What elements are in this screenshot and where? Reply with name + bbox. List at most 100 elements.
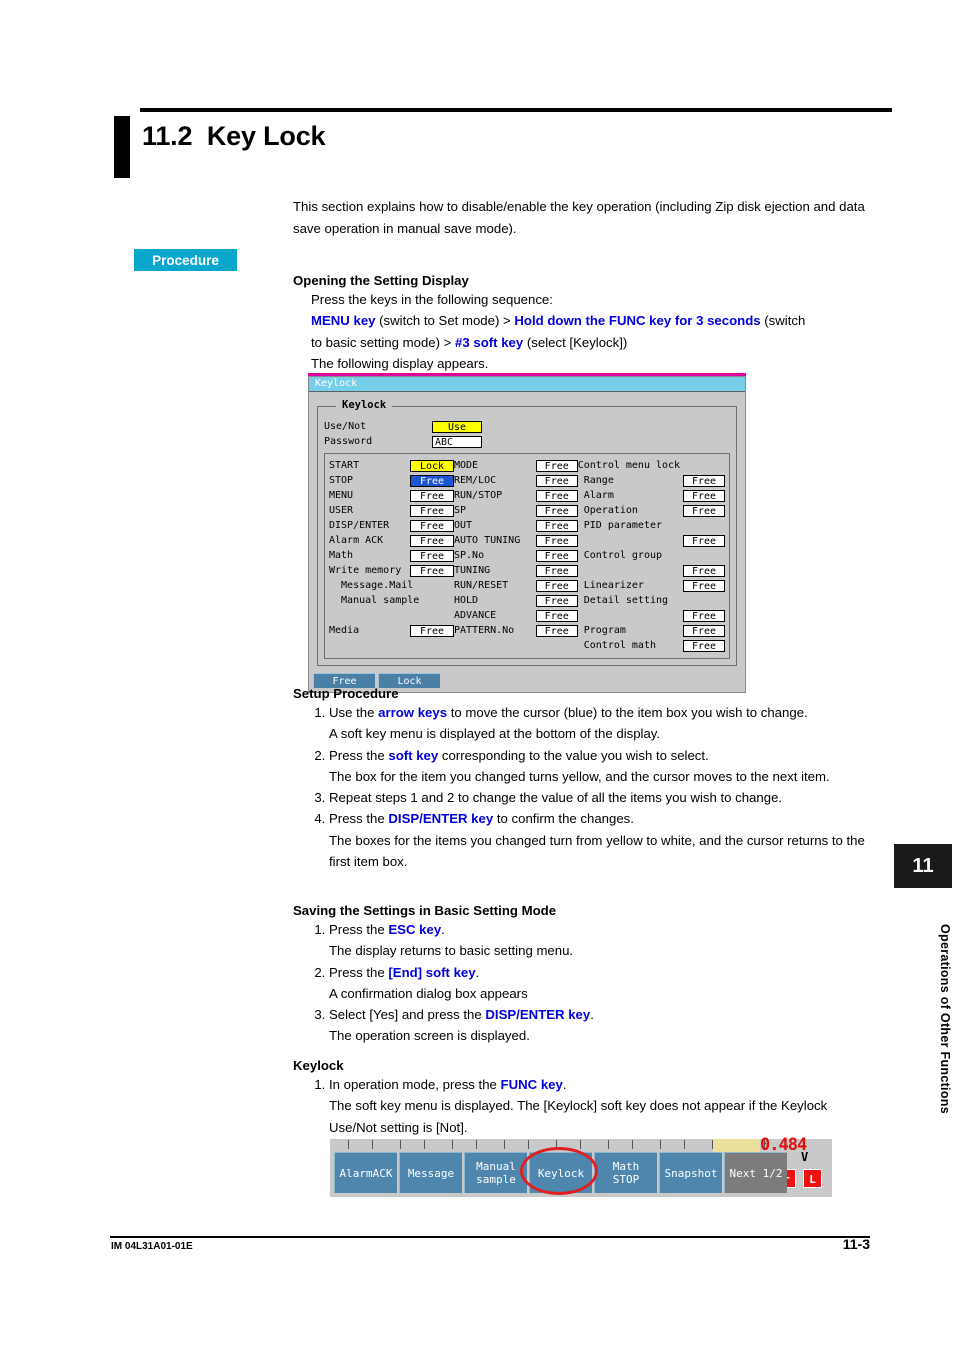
soft-key-3-ref: #3 soft key (455, 334, 524, 350)
keylock-item-a-label: USER (329, 505, 354, 516)
heading-text: Key Lock (206, 121, 326, 151)
heading-accent-bar (114, 116, 130, 178)
keylock-item-b-row: ADVANCE Free (454, 608, 578, 623)
keylock-item-b-label: HOLD (454, 595, 479, 606)
keylock-item-c-value-box[interactable]: Free (683, 564, 725, 577)
keylock-item-c-label: Program (577, 625, 626, 636)
keylock-item-c-value-box[interactable]: Free (683, 474, 725, 487)
softkey-snapshot[interactable]: Snapshot (659, 1152, 722, 1193)
keylock-item-b-value-box[interactable]: Free (535, 459, 578, 472)
keylock-item-c-value-box[interactable]: Free (683, 609, 725, 622)
opening-key-sequence: MENU key (switch to Set mode) > Hold dow… (311, 310, 868, 331)
keylock-item-a-row: Math Free (329, 548, 454, 563)
softkey-manual[interactable]: Manual sample (464, 1152, 527, 1193)
keylock-item-a-label: Math (329, 550, 354, 561)
keylock-item-c-value-box[interactable]: Free (683, 579, 725, 592)
setup-step-note: A soft key menu is displayed at the bott… (329, 726, 661, 742)
keylock-item-c-label: Range (577, 475, 614, 486)
password-row: Password ABC (324, 434, 730, 449)
keylock-item-c-row: PID parameter (578, 518, 725, 533)
keylock-item-a-value-box[interactable]: Free (410, 489, 454, 502)
keylock-item-a-value-box[interactable]: Free (410, 534, 454, 547)
setup-steps-list: Use the arrow keys to move the cursor (b… (293, 702, 871, 872)
saving-step-key-ref: ESC key (388, 922, 442, 937)
keylock-item-b-value-box[interactable]: Free (535, 549, 578, 562)
keylock-item-b-label: TUNING (454, 565, 491, 576)
setup-step-key-ref: soft key (388, 747, 439, 763)
device-titlebar: Keylock (309, 377, 745, 392)
keylock-item-b-label: RUN/RESET (454, 580, 509, 591)
softkey-label-line1: Math (612, 1160, 640, 1173)
softkey-tick (400, 1140, 401, 1149)
setup-step: Use the arrow keys to move the cursor (b… (329, 702, 871, 745)
keylock-item-b-label: PATTERN.No (454, 625, 515, 636)
alarm-indicator-l: L (803, 1169, 822, 1188)
keylock-item-c-value-box[interactable]: Free (683, 504, 725, 517)
keylock-item-b-value-box[interactable]: Free (535, 624, 578, 637)
keylock-item-b-value-box[interactable]: Free (535, 519, 578, 532)
opening-line-end: The following display appears. (311, 355, 489, 371)
password-value[interactable]: ABC (432, 435, 482, 448)
setup-step-text: Repeat steps 1 and 2 to change the value… (329, 790, 783, 806)
saving-step: Press the [End] soft key. A confirmation … (329, 962, 871, 1005)
softkey-tick (660, 1140, 661, 1149)
softkey-next-1-2[interactable]: Next 1/2 (724, 1152, 787, 1193)
keylock-item-b-row: SP Free (454, 503, 578, 518)
setup-step-text: Press the (329, 747, 389, 763)
seq-text-4: (select [Keylock]) (523, 334, 628, 350)
keylock-panel-legend: Keylock (336, 399, 393, 411)
keylock-item-a-value-box[interactable]: Free (410, 624, 454, 637)
keylock-item-a-value-box[interactable]: Free (410, 504, 454, 517)
keylock-item-c-row: Detail setting (578, 593, 725, 608)
keylock-item-b-row: SP.No Free (454, 548, 578, 563)
keylock-item-a-value-box[interactable]: Free (410, 519, 454, 532)
softkey-keylock[interactable]: Keylock (529, 1152, 592, 1193)
keylock-item-a-row: DISP/ENTER Free (329, 518, 454, 533)
footer-rule (110, 1236, 870, 1238)
saving-settings-section: Saving the Settings in Basic Setting Mod… (293, 903, 871, 1047)
keylock-item-b-value-box[interactable]: Free (535, 564, 578, 577)
keylock-item-b-value-box[interactable]: Free (535, 594, 578, 607)
keylock-item-a-row: Alarm ACK Free (329, 533, 454, 548)
keylock-item-b-label: SP (454, 505, 467, 516)
softkey-buttons: AlarmACK Message Manual sample Keylock Math ST… (334, 1152, 787, 1193)
footer-page-number: 11-3 (842, 1236, 870, 1252)
keylock-items-grid: START Lock STOP Free MENU Free USER Free DISP/EN… (324, 453, 730, 659)
page-heading: 11.2 Key Lock (114, 108, 892, 178)
func-key-ref: Hold down the FUNC key for 3 seconds (514, 313, 761, 329)
softkey-message[interactable]: Message (399, 1152, 462, 1193)
keylock-item-b-value-box[interactable]: Free (535, 579, 578, 592)
keylock-item-c-label: Control math (577, 640, 656, 651)
keylock-item-b-value-box[interactable]: Free (535, 489, 578, 502)
measured-value-unit: V (801, 1150, 809, 1164)
keylock-item-c-value-box[interactable]: Free (683, 489, 725, 502)
saving-step-note: A confirmation dialog box appears (329, 985, 528, 1001)
keylock-item-a-label: MENU (329, 490, 354, 501)
keylock-item-b-value-box[interactable]: Free (535, 504, 578, 517)
keylock-item-a-value-box[interactable]: Free (410, 564, 454, 577)
keylock-item-b-label: SP.No (454, 550, 485, 561)
keylock-item-c-value-box[interactable]: Free (683, 534, 725, 547)
keylock-panel: Keylock Use/Not Use Password ABC START Lo… (317, 399, 737, 666)
keylock-item-c-value-box[interactable]: Free (683, 639, 725, 652)
keylock-item-b-value-box[interactable]: Free (535, 474, 578, 487)
keylock-item-a-row: STOP Free (329, 473, 454, 488)
keylock-item-c-row: Free (578, 563, 725, 578)
saving-step-note: The operation screen is displayed. (329, 1028, 530, 1044)
keylock-column-b: MODE Free REM/LOC Free RUN/STOP Free SP Free OUT… (454, 458, 578, 653)
keylock-item-a-value-box[interactable]: Free (410, 474, 454, 487)
softkey-tick (424, 1140, 425, 1149)
saving-step-key-ref: DISP/ENTER key (485, 1007, 591, 1023)
softkey-math[interactable]: Math STOP (594, 1152, 657, 1193)
softkey-tick (580, 1140, 581, 1149)
keylock-item-b-value-box[interactable]: Free (535, 609, 578, 622)
keylock-item-a-value-box[interactable]: Free (410, 549, 454, 562)
keylock-item-b-value-box[interactable]: Free (535, 534, 578, 547)
keylock-column-a: START Lock STOP Free MENU Free USER Free DISP/EN… (329, 458, 454, 653)
keylock-item-a-value-box[interactable]: Lock (410, 459, 454, 472)
softkey-alarmack[interactable]: AlarmACK (334, 1152, 397, 1193)
keylock-item-c-value-box[interactable]: Free (683, 624, 725, 637)
use-not-value[interactable]: Use (432, 420, 482, 433)
keylock-item-b-row: AUTO TUNING Free (454, 533, 578, 548)
keylock-item-b-label: ADVANCE (454, 610, 497, 621)
